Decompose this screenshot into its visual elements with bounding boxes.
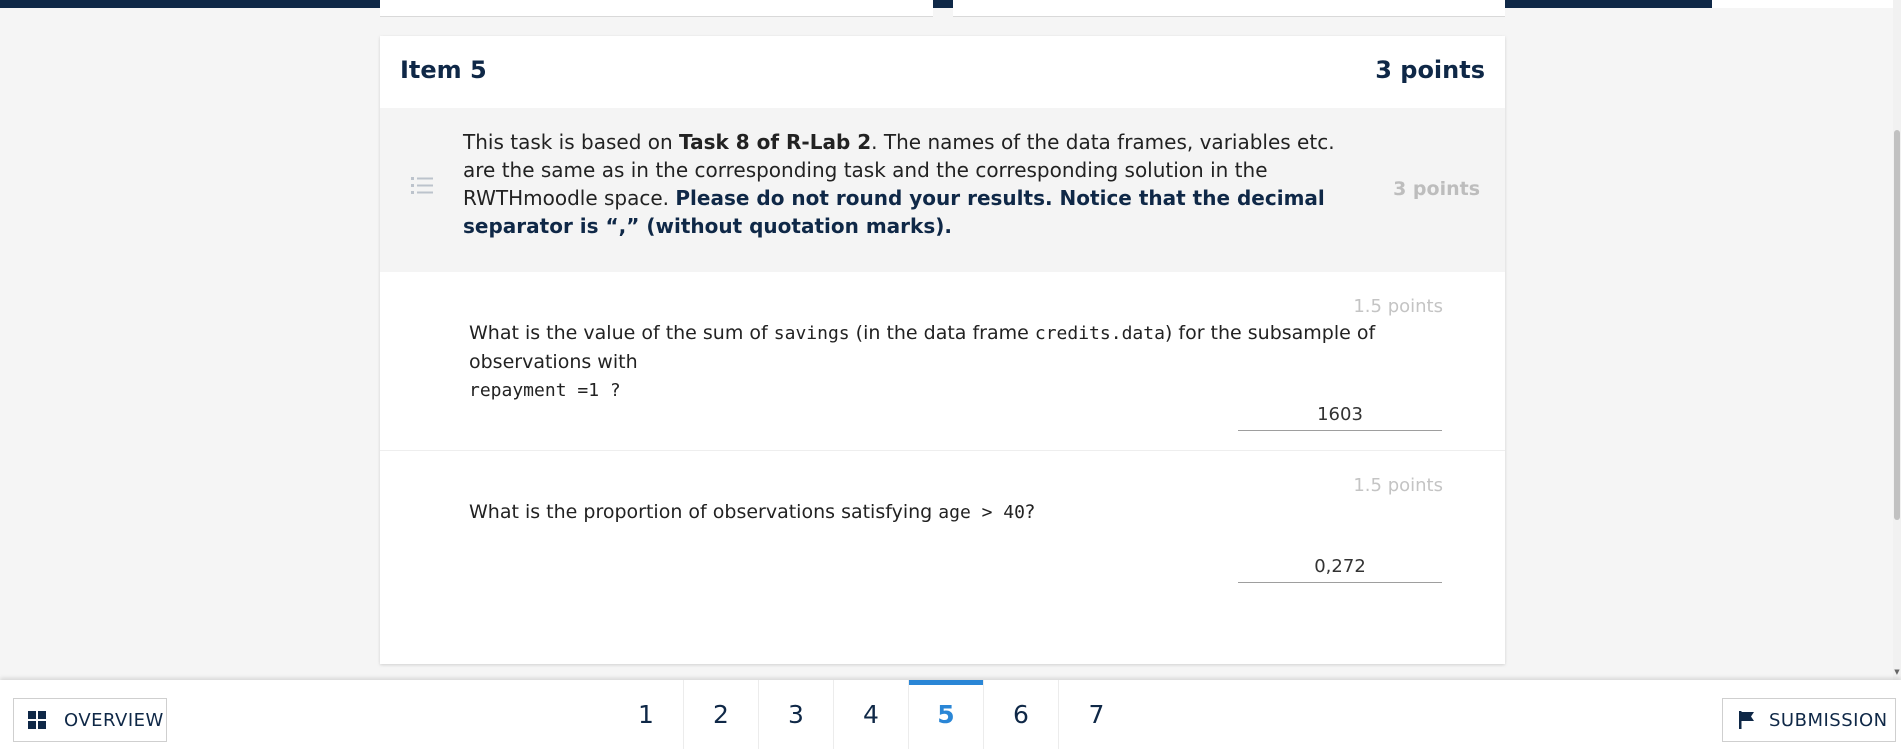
- submission-label: SUBMISSION: [1769, 709, 1888, 731]
- bottom-navigation: OVERVIEW 1 2 3 4 5 6 7 SUBMISSION: [0, 680, 1901, 749]
- question-text: (in the data frame: [849, 322, 1035, 344]
- dataframe-code: credits.data: [1034, 323, 1165, 344]
- scrollbar-thumb[interactable]: [1894, 130, 1900, 520]
- item-card: Item 5 3 points This task is based on Ta…: [380, 36, 1505, 664]
- intro-text-part: This task is based on: [463, 130, 680, 154]
- answer-input-2[interactable]: [1238, 550, 1442, 583]
- intro-task-reference: Task 8 of R-Lab 2: [679, 130, 872, 154]
- condition-code: repayment =1 ?: [469, 380, 621, 401]
- subquestion-points: 1.5 points: [1353, 475, 1443, 496]
- answer-input-1[interactable]: [1238, 398, 1442, 431]
- page-7-button[interactable]: 7: [1059, 680, 1134, 749]
- scroll-down-icon[interactable]: ▼: [1893, 668, 1901, 676]
- variable-code: savings: [773, 323, 850, 344]
- item-header: Item 5 3 points: [380, 36, 1505, 108]
- item-pager: 1 2 3 4 5 6 7: [609, 680, 1134, 749]
- page-4-button[interactable]: 4: [834, 680, 909, 749]
- list-icon: [411, 176, 433, 200]
- condition-code: age > 40: [938, 502, 1025, 523]
- page-5-button[interactable]: 5: [909, 680, 984, 749]
- overview-button[interactable]: OVERVIEW: [13, 698, 167, 742]
- page-2-button[interactable]: 2: [684, 680, 759, 749]
- grid-icon: [28, 711, 46, 729]
- subquestion-text: What is the value of the sum of savings …: [469, 319, 1429, 405]
- subquestion-1: 1.5 points What is the value of the sum …: [380, 272, 1505, 451]
- overview-label: OVERVIEW: [64, 709, 164, 731]
- top-nav-bar-end: [1712, 0, 1901, 8]
- subquestion-text: What is the proportion of observations s…: [469, 498, 1429, 527]
- submission-button[interactable]: SUBMISSION: [1722, 698, 1896, 742]
- subquestion-points: 1.5 points: [1353, 296, 1443, 317]
- question-text: ?: [1024, 501, 1036, 523]
- intro-text: This task is based on Task 8 of R-Lab 2.…: [463, 128, 1363, 240]
- question-text: What is the value of the sum of: [469, 322, 774, 344]
- subquestion-2: 1.5 points What is the proportion of obs…: [380, 451, 1505, 664]
- question-text: What is the proportion of observations s…: [469, 501, 939, 523]
- page-3-button[interactable]: 3: [759, 680, 834, 749]
- item-title: Item 5: [400, 56, 487, 84]
- previous-card-right: [953, 0, 1505, 17]
- page-6-button[interactable]: 6: [984, 680, 1059, 749]
- task-intro: This task is based on Task 8 of R-Lab 2.…: [380, 108, 1505, 272]
- previous-card-left: [380, 0, 933, 17]
- page-1-button[interactable]: 1: [609, 680, 684, 749]
- flag-icon: [1739, 711, 1755, 729]
- item-points: 3 points: [1375, 56, 1485, 84]
- intro-points: 3 points: [1393, 178, 1480, 200]
